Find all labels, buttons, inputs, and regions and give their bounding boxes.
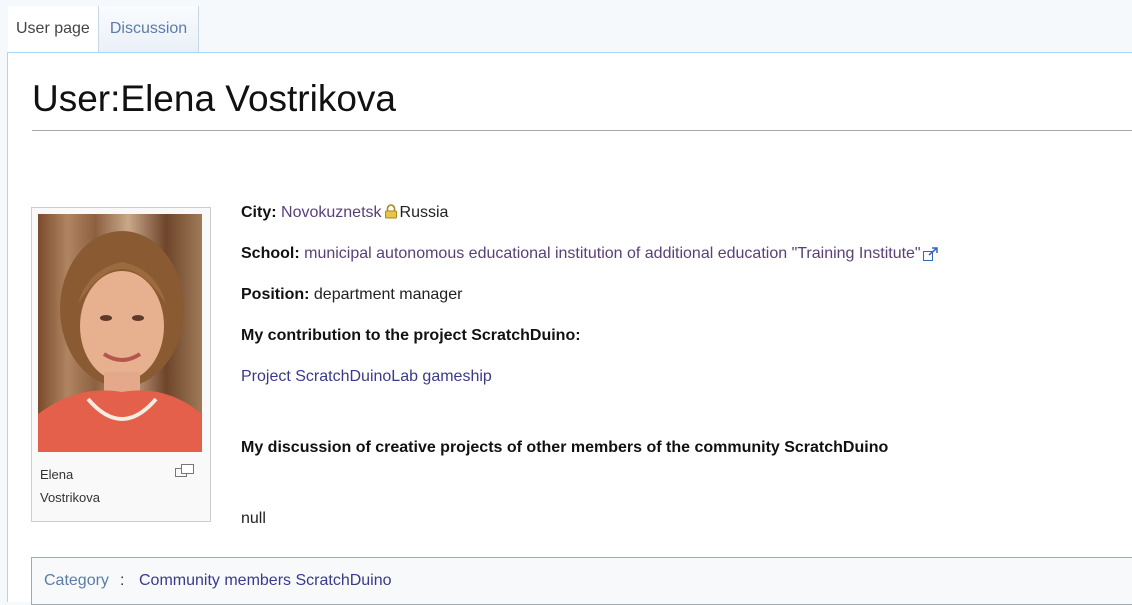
position-label: Position: (241, 286, 310, 303)
position-row: Position: department manager (241, 285, 462, 305)
school-row: School: municipal autonomous educational… (241, 244, 939, 264)
school-label: School: (241, 245, 300, 262)
city-link[interactable]: Novokuznetsk (281, 204, 382, 221)
discussion-heading: My discussion of creative projects of ot… (241, 438, 888, 458)
profile-thumbnail: Elena Vostrikova (31, 207, 211, 522)
tab-discussion[interactable]: Discussion (98, 6, 200, 52)
title-divider (32, 130, 1132, 131)
content-area: User:Elena Vostrikova Elena Vostrikova C… (7, 52, 1132, 605)
contribution-heading: My contribution to the project ScratchDu… (241, 326, 581, 346)
external-link-icon[interactable] (922, 247, 939, 261)
lock-icon (384, 204, 397, 219)
caption-line-2: Vostrikova (40, 490, 100, 505)
position-value: department manager (313, 286, 463, 303)
magnify-icon[interactable] (175, 464, 195, 478)
image-caption: Elena Vostrikova (40, 463, 160, 509)
country-text: Russia (399, 204, 449, 221)
category-box: Category : Community members ScratchDuin… (31, 557, 1132, 605)
discussion-heading-text: My discussion of creative projects of ot… (241, 439, 889, 456)
page-title: User:Elena Vostrikova (32, 78, 397, 119)
city-row: City: Novokuznetsk Russia (241, 203, 448, 223)
category-link[interactable]: Community members ScratchDuino (139, 572, 392, 590)
contribution-heading-text: My contribution to the project ScratchDu… (241, 327, 581, 344)
profile-photo[interactable] (38, 214, 202, 452)
caption-line-1: Elena (40, 467, 74, 482)
city-label: City: (241, 204, 277, 221)
category-label-link[interactable]: Category (44, 572, 109, 590)
category-separator: : (120, 572, 125, 589)
project-row: Project ScratchDuinoLab gameship (241, 367, 492, 387)
school-link[interactable]: municipal autonomous educational institu… (304, 245, 920, 262)
page-tabs: User page Discussion (8, 6, 200, 52)
null-text: null (241, 510, 266, 527)
portrait-image (38, 231, 202, 452)
tab-user-page[interactable]: User page (8, 6, 99, 52)
project-link[interactable]: Project ScratchDuinoLab gameship (241, 368, 492, 385)
